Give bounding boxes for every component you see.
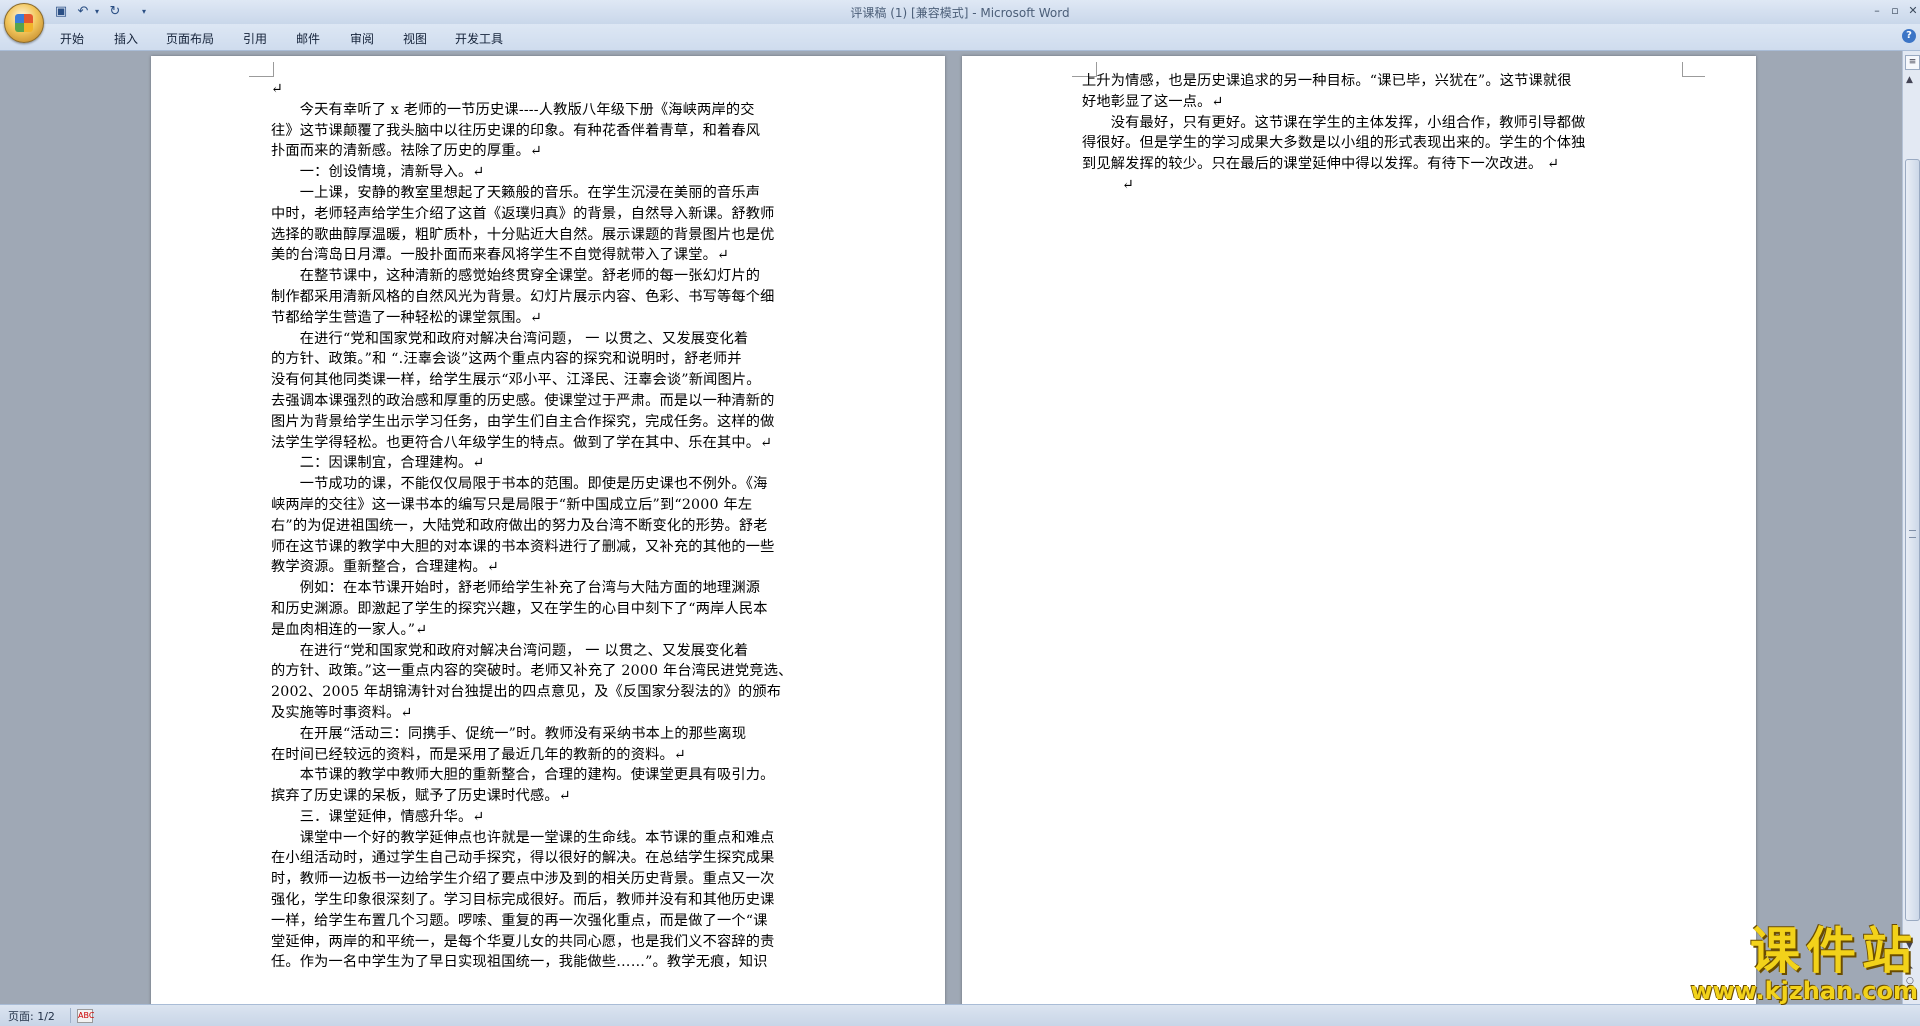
text-line[interactable]: 二：因课制宜，合理建构。↵ bbox=[271, 453, 831, 474]
text-line[interactable]: 强化，学生印象很深刻了。学习目标完成很好。而后，教师并没有和其他历史课 bbox=[271, 890, 831, 911]
text-line[interactable]: 法学生学得轻松。也更符合八年级学生的特点。做到了学在其中、乐在其中。↵ bbox=[271, 433, 831, 454]
text-line[interactable]: 到见解发挥的较少。只在最后的课堂延伸中得以发挥。有待下一次改进。 ↵ bbox=[1082, 154, 1645, 175]
text-line[interactable]: 中时，老师轻声给学生介绍了这首《返璞归真》的背景，自然导入新课。舒教师 bbox=[271, 204, 831, 225]
text-line[interactable]: 选择的歌曲醇厚温暖，粗旷质朴，十分贴近大自然。展示课题的背景图片也是优 bbox=[271, 225, 831, 246]
page-indicator[interactable]: 页面: 1/2 bbox=[8, 1008, 55, 1024]
text-line[interactable]: 得很好。但是学生的学习成果大多数是以小组的形式表现出来的。学生的个体独 bbox=[1082, 133, 1645, 154]
office-button[interactable] bbox=[4, 3, 44, 43]
ruler-toggle-icon[interactable]: ≡ bbox=[1905, 55, 1920, 70]
office-logo-icon bbox=[15, 14, 33, 32]
tab-home[interactable]: 开始 bbox=[60, 30, 84, 47]
text-line[interactable]: 在进行“党和国家党和政府对解决台湾问题， 一 以贯之、又发展变化着 bbox=[271, 329, 831, 350]
watermark-url: www.kjzhan.com bbox=[1690, 977, 1918, 1005]
text-line[interactable]: 没有最好，只有更好。这节课在学生的主体发挥，小组合作，教师引导都做 bbox=[1082, 113, 1645, 134]
document-page-2[interactable]: 上升为情感，也是历史课追求的另一种目标。“课已毕，兴犹在”。这节课就很 好地彰显了… bbox=[962, 56, 1756, 1004]
document-area: ↵ 今天有幸听了 x 老师的一节历史课----人教版八年级下册《海峡两岸的交 往》… bbox=[0, 51, 1902, 1004]
text-line[interactable]: 制作都采用清新风格的自然风光为背景。幻灯片展示内容、色彩、书写等每个细 bbox=[271, 287, 831, 308]
text-line[interactable]: 在整节课中，这种清新的感觉始终贯穿全课堂。舒老师的每一张幻灯片的 bbox=[271, 266, 831, 287]
page-1-text[interactable]: ↵ 今天有幸听了 x 老师的一节历史课----人教版八年级下册《海峡两岸的交 往》… bbox=[271, 79, 831, 973]
text-line[interactable]: 和历史渊源。即激起了学生的探究兴趣，又在学生的心目中刻下了“两岸人民本 bbox=[271, 599, 831, 620]
text-line[interactable]: 在小组活动时，通过学生自己动手探究，得以很好的解决。在总结学生探究成果 bbox=[271, 848, 831, 869]
text-line[interactable]: 在进行“党和国家党和政府对解决台湾问题， 一 以贯之、又发展变化着 bbox=[271, 641, 831, 662]
help-icon[interactable]: ? bbox=[1902, 29, 1916, 43]
text-line[interactable]: 好地彰显了这一点。↵ bbox=[1082, 92, 1645, 113]
text-line[interactable]: 师在这节课的教学中大胆的对本课的书本资料进行了删减，又补充的其他的一些 bbox=[271, 537, 831, 558]
tab-view[interactable]: 视图 bbox=[403, 30, 427, 47]
text-line[interactable]: 堂延伸，两岸的和平统一，是每个华夏儿女的共同心愿，也是我们义不容辞的责 bbox=[271, 932, 831, 953]
document-page-1[interactable]: ↵ 今天有幸听了 x 老师的一节历史课----人教版八年级下册《海峡两岸的交 往》… bbox=[151, 56, 1080, 1004]
text-line[interactable]: 扑面而来的清新感。祛除了历史的厚重。↵ bbox=[271, 141, 831, 162]
text-line[interactable]: 节都给学生营造了一种轻松的课堂氛围。↵ bbox=[271, 308, 831, 329]
text-line[interactable]: 教学资源。重新整合，合理建构。↵ bbox=[271, 557, 831, 578]
text-line[interactable]: 例如：在本节课开始时，舒老师给学生补充了台湾与大陆方面的地理渊源 bbox=[271, 578, 831, 599]
text-line[interactable]: ↵ bbox=[1082, 175, 1645, 196]
text-line[interactable]: 是血肉相连的一家人。”↵ bbox=[271, 620, 831, 641]
text-line[interactable]: 往》这节课颠覆了我头脑中以往历史课的印象。有种花香伴着青草，和着春风 bbox=[271, 121, 831, 142]
title-bar: ▣ ↶ ▾ ↻ ▾ 评课稿 (1) [兼容模式] - Microsoft Wor… bbox=[0, 0, 1920, 25]
text-line[interactable]: 今天有幸听了 x 老师的一节历史课----人教版八年级下册《海峡两岸的交 bbox=[271, 100, 831, 121]
watermark-title: 课件站 bbox=[1750, 922, 1918, 980]
text-line[interactable]: 的方针、政策。”这一重点内容的突破时。老师又补充了 2000 年台湾民进党竞选、 bbox=[271, 661, 831, 682]
status-divider bbox=[70, 1008, 71, 1023]
text-line[interactable]: 时，教师一边板书一边给学生介绍了要点中涉及到的相关历史背景。重点又一次 bbox=[271, 869, 831, 890]
scroll-thumb[interactable] bbox=[1905, 159, 1920, 921]
crop-mark bbox=[1682, 62, 1705, 77]
text-line[interactable]: 及实施等时事资料。↵ bbox=[271, 703, 831, 724]
text-line[interactable]: 上升为情感，也是历史课追求的另一种目标。“课已毕，兴犹在”。这节课就很 bbox=[1082, 71, 1645, 92]
text-line[interactable]: 一上课，安静的教室里想起了天籁般的音乐。在学生沉浸在美丽的音乐声 bbox=[271, 183, 831, 204]
text-line[interactable]: 摈弃了历史课的呆板，赋予了历史课时代感。↵ bbox=[271, 786, 831, 807]
text-line[interactable]: 一样，给学生布置几个习题。啰嗦、重复的再一次强化重点，而是做了一个“课 bbox=[271, 911, 831, 932]
text-line[interactable]: 右”的为促进祖国统一，大陆党和政府做出的努力及台湾不断变化的形势。舒老 bbox=[271, 516, 831, 537]
text-line[interactable]: 峡两岸的交往》这一课书本的编写只是局限于“新中国成立后”到“2000 年左 bbox=[271, 495, 831, 516]
text-line[interactable]: 的方针、政策。”和 “.汪辜会谈”这两个重点内容的探究和说明时，舒老师并 bbox=[271, 349, 831, 370]
text-line[interactable]: 三．课堂延伸，情感升华。↵ bbox=[271, 807, 831, 828]
window-title: 评课稿 (1) [兼容模式] - Microsoft Word bbox=[850, 6, 1070, 20]
language-icon[interactable]: ABC bbox=[77, 1009, 94, 1023]
scroll-up-icon[interactable]: ▲ bbox=[1906, 75, 1913, 85]
vertical-scrollbar[interactable]: ≡ ▲ ▼ ⏶ ○ ⏷ bbox=[1902, 51, 1920, 1004]
status-bar: 页面: 1/2 ABC bbox=[0, 1004, 1920, 1026]
text-line[interactable]: 一节成功的课，不能仅仅局限于书本的范围。即使是历史课也不例外。《海 bbox=[271, 474, 831, 495]
text-line[interactable]: 任。作为一名中学生为了早日实现祖国统一，我能做些……”。教学无痕，知识 bbox=[271, 952, 831, 973]
crop-mark bbox=[249, 62, 274, 77]
tab-insert[interactable]: 插入 bbox=[114, 30, 138, 47]
text-line[interactable]: 在开展“活动三：同携手、促统一”时。教师没有采纳书本上的那些离现 bbox=[271, 724, 831, 745]
text-line[interactable]: 2002、2005 年胡锦涛针对台独提出的四点意见，及《反国家分裂法的》的颁布 bbox=[271, 682, 831, 703]
close-button[interactable]: ✕ bbox=[1902, 2, 1920, 20]
tab-page-layout[interactable]: 页面布局 bbox=[166, 30, 214, 47]
text-line[interactable]: ↵ bbox=[271, 79, 831, 100]
tab-developer[interactable]: 开发工具 bbox=[455, 30, 503, 47]
page-2-text[interactable]: 上升为情感，也是历史课追求的另一种目标。“课已毕，兴犹在”。这节课就很 好地彰显了… bbox=[1082, 71, 1645, 196]
text-line[interactable]: 在时间已经较远的资料，而是采用了最近几年的教新的的资料。↵ bbox=[271, 745, 831, 766]
text-line[interactable]: 图片为背景给学生出示学习任务，由学生们自主合作探究，完成任务。这样的做 bbox=[271, 412, 831, 433]
tab-review[interactable]: 审阅 bbox=[350, 30, 374, 47]
tab-mailings[interactable]: 邮件 bbox=[296, 30, 320, 47]
text-line[interactable]: 美的台湾岛日月潭。一股扑面而来春风将学生不自觉得就带入了课堂。↵ bbox=[271, 245, 831, 266]
text-line[interactable]: 没有何其他同类课一样，给学生展示“邓小平、江泽民、汪辜会谈”新闻图片。 bbox=[271, 370, 831, 391]
tab-references[interactable]: 引用 bbox=[243, 30, 267, 47]
text-line[interactable]: 本节课的教学中教师大胆的重新整合，合理的建构。使课堂更具有吸引力。 bbox=[271, 765, 831, 786]
watermark: 课件站 www.kjzhan.com bbox=[1668, 924, 1918, 1004]
text-line[interactable]: 一：创设情境，清新导入。↵ bbox=[271, 162, 831, 183]
text-line[interactable]: 去强调本课强烈的政治感和厚重的历史感。使课堂过于严肃。而是以一种清新的 bbox=[271, 391, 831, 412]
ribbon-tabs: 开始 插入 页面布局 引用 邮件 审阅 视图 开发工具 ? bbox=[0, 24, 1920, 51]
text-line[interactable]: 课堂中一个好的教学延伸点也许就是一堂课的生命线。本节课的重点和难点 bbox=[271, 828, 831, 849]
